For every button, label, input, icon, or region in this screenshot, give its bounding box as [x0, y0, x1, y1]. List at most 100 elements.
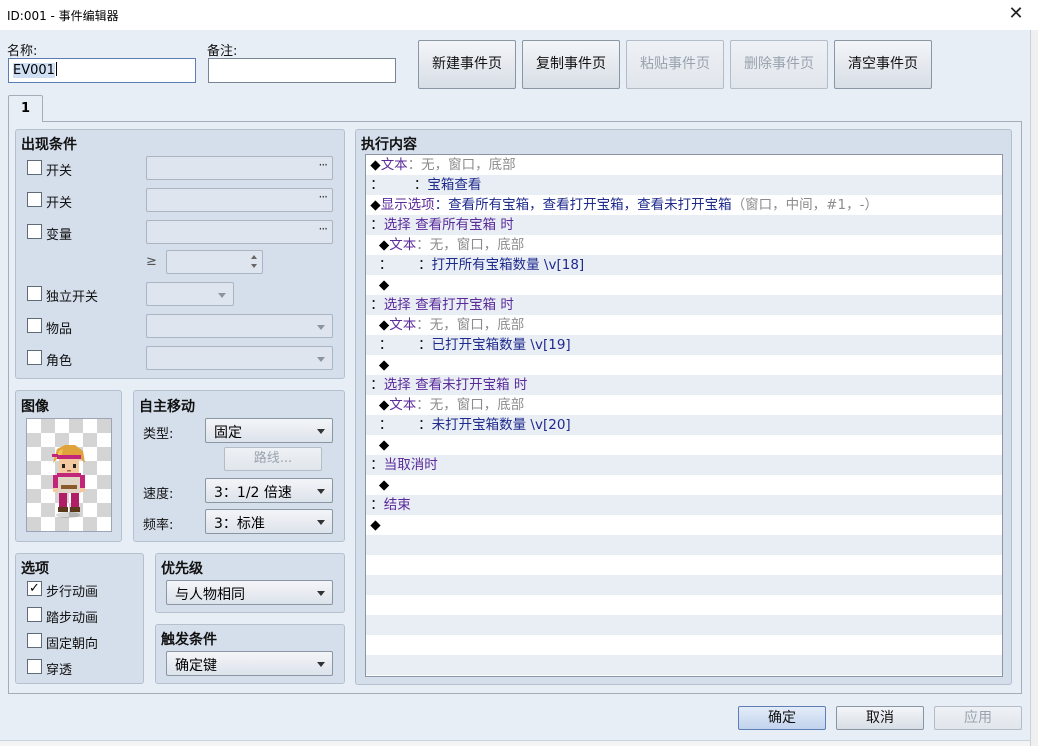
close-icon[interactable]: ✕: [1004, 3, 1028, 25]
chevron-down-icon: [317, 489, 325, 494]
command-row[interactable]: ： ：已打开宝箱数量 \v[19]: [366, 335, 1002, 355]
command-segment: 文本: [389, 317, 417, 333]
copy-page-button[interactable]: 复制事件页: [522, 40, 620, 89]
autonomous-movement-title: 自主移动: [139, 399, 195, 415]
route-button[interactable]: 路线...: [224, 447, 322, 471]
walking-anim-checkbox[interactable]: ✓: [27, 581, 42, 596]
command-row[interactable]: ◆: [366, 475, 1002, 495]
window-title: ID:001 - 事件编辑器: [7, 9, 119, 23]
command-row[interactable]: ◆显示选项：查看所有宝箱，查看打开宝箱，查看未打开宝箱（窗口，中间，#1，-）: [366, 195, 1002, 215]
empty-row[interactable]: [366, 615, 1002, 635]
variable-value-spinner[interactable]: [166, 250, 263, 274]
name-input[interactable]: EV001: [8, 58, 196, 83]
command-row[interactable]: ：选择 查看打开宝箱 时: [366, 295, 1002, 315]
trigger-value: 确定键: [175, 658, 217, 674]
self-switch-checkbox[interactable]: [27, 286, 42, 301]
switch2-label: 开关: [46, 196, 73, 211]
command-segment: ◆: [370, 237, 390, 253]
tab-page-1[interactable]: 1: [8, 95, 43, 122]
actor-select[interactable]: [146, 346, 333, 370]
move-speed-select[interactable]: 3：1/2 倍速: [205, 478, 333, 503]
command-row[interactable]: ◆: [366, 275, 1002, 295]
spin-up-icon[interactable]: [251, 255, 257, 259]
chevron-down-icon: [317, 325, 325, 330]
move-frequency-select[interactable]: 3：标准: [205, 509, 333, 534]
note-input[interactable]: [208, 58, 396, 83]
command-row[interactable]: ：当取消时: [366, 455, 1002, 475]
chevron-down-icon: [317, 591, 325, 596]
variable-checkbox[interactable]: [27, 224, 42, 239]
command-segment: ◆: [370, 357, 390, 373]
variable-browse-icon[interactable]: ···: [319, 222, 329, 236]
spin-down-icon[interactable]: [251, 264, 257, 268]
chevron-down-icon: [218, 293, 226, 298]
command-row[interactable]: ： ：宝箱查看: [366, 175, 1002, 195]
command-row[interactable]: ： ：未打开宝箱数量 \v[20]: [366, 415, 1002, 435]
empty-row[interactable]: [366, 555, 1002, 575]
switch1-select[interactable]: ···: [146, 156, 333, 180]
priority-select[interactable]: 与人物相同: [166, 580, 333, 605]
command-row[interactable]: ：选择 查看未打开宝箱 时: [366, 375, 1002, 395]
switch2-checkbox[interactable]: [27, 192, 42, 207]
direction-fix-label: 固定朝向: [46, 637, 99, 652]
clear-page-button[interactable]: 清空事件页: [834, 40, 932, 89]
variable-select[interactable]: ···: [146, 220, 333, 244]
command-segment: 文本: [389, 397, 417, 413]
stepping-anim-checkbox[interactable]: [27, 607, 42, 622]
empty-row[interactable]: [366, 655, 1002, 675]
cancel-button[interactable]: 取消: [836, 706, 924, 730]
empty-row[interactable]: [366, 535, 1002, 555]
command-segment: 结束: [383, 497, 411, 513]
options-title: 选项: [21, 561, 49, 577]
actor-checkbox[interactable]: [27, 350, 42, 365]
self-switch-select[interactable]: [146, 282, 234, 306]
command-segment: 选择 查看未打开宝箱 时: [383, 377, 528, 393]
command-row[interactable]: ：选择 查看所有宝箱 时: [366, 215, 1002, 235]
command-row[interactable]: ◆: [366, 355, 1002, 375]
command-segment: ： ：: [370, 417, 432, 433]
command-segment: ◆: [370, 477, 390, 493]
command-segment: （窗口，中间，#1，-）: [731, 197, 878, 213]
command-row[interactable]: ◆文本：无，窗口，底部: [366, 235, 1002, 255]
switch1-checkbox[interactable]: [27, 160, 42, 175]
command-segment: 选择 查看打开宝箱 时: [383, 297, 514, 313]
switch1-browse-icon[interactable]: ···: [319, 158, 329, 172]
trigger-select[interactable]: 确定键: [166, 651, 333, 676]
character-image-box[interactable]: [26, 418, 112, 532]
apply-button[interactable]: 应用: [934, 706, 1022, 730]
command-row[interactable]: ◆文本：无，窗口，底部: [366, 155, 1002, 175]
priority-title: 优先级: [161, 561, 203, 577]
command-row[interactable]: ◆: [366, 515, 1002, 535]
command-segment: ：无，窗口，底部: [416, 317, 525, 333]
switch2-browse-icon[interactable]: ···: [319, 190, 329, 204]
empty-row[interactable]: [366, 575, 1002, 595]
paste-page-button[interactable]: 粘贴事件页: [626, 40, 724, 89]
new-page-button[interactable]: 新建事件页: [418, 40, 516, 89]
ok-button[interactable]: 确定: [738, 706, 826, 730]
move-type-select[interactable]: 固定: [205, 418, 333, 443]
command-segment: ◆: [370, 197, 381, 213]
name-label: 名称:: [7, 44, 38, 59]
window-bottom-edge: [0, 740, 1030, 746]
empty-row[interactable]: [366, 595, 1002, 615]
through-checkbox[interactable]: [27, 659, 42, 674]
command-row[interactable]: ：结束: [366, 495, 1002, 515]
name-value: EV001: [13, 63, 55, 78]
command-segment: ◆: [370, 397, 390, 413]
command-row[interactable]: ： ：打开所有宝箱数量 \v[18]: [366, 255, 1002, 275]
item-checkbox[interactable]: [27, 318, 42, 333]
direction-fix-checkbox[interactable]: [27, 633, 42, 648]
command-row[interactable]: ◆文本：无，窗口，底部: [366, 315, 1002, 335]
empty-row[interactable]: [366, 635, 1002, 655]
command-row[interactable]: ◆文本：无，窗口，底部: [366, 395, 1002, 415]
command-segment: ： ：: [370, 337, 432, 353]
command-row[interactable]: ◆: [366, 435, 1002, 455]
command-segment: 已打开宝箱数量 \v[19]: [431, 337, 571, 353]
switch2-select[interactable]: ···: [146, 188, 333, 212]
command-segment: 当取消时: [383, 457, 438, 473]
item-select[interactable]: [146, 314, 333, 338]
command-list[interactable]: ◆文本：无，窗口，底部 ： ：宝箱查看 ◆显示选项：查看所有宝箱，查看打开宝箱，…: [365, 154, 1003, 677]
window-edge: [1030, 30, 1038, 746]
delete-page-button[interactable]: 删除事件页: [730, 40, 828, 89]
command-segment: ：无，窗口，底部: [416, 397, 525, 413]
